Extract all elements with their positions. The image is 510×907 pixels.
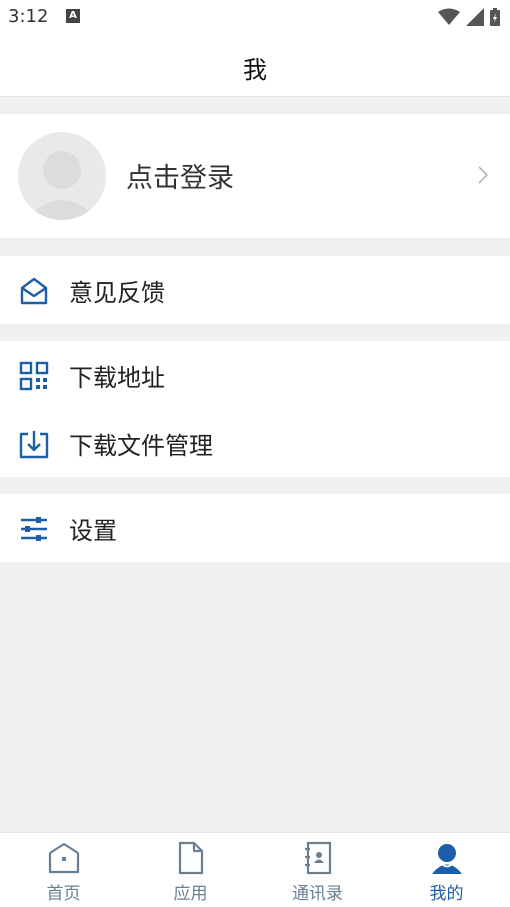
login-label: 点击登录 <box>126 163 234 194</box>
tab-label: 我的 <box>429 884 464 904</box>
menu-item-download-manager[interactable]: 下载文件管理 <box>0 409 510 477</box>
tab-me[interactable]: 我的 <box>383 833 510 907</box>
wifi-icon <box>438 8 460 25</box>
app-bar: 我 <box>0 34 510 97</box>
chevron-right-icon <box>478 166 488 184</box>
download-icon <box>19 431 49 459</box>
menu-item-label: 下载地址 <box>69 363 165 392</box>
tab-home[interactable]: 首页 <box>0 833 127 907</box>
menu-item-settings[interactable]: 设置 <box>0 494 510 562</box>
notification-a-icon: A <box>66 9 80 23</box>
avatar <box>18 132 106 220</box>
contacts-icon <box>305 841 332 875</box>
default-avatar-icon <box>26 151 98 220</box>
menu-group-feedback: 意见反馈 <box>0 256 510 324</box>
menu-item-label: 下载文件管理 <box>69 431 213 460</box>
status-icons <box>438 8 500 26</box>
menu-group-settings: 设置 <box>0 494 510 562</box>
bottom-nav: 首页 应用 通讯录 我的 <box>0 832 510 907</box>
envelope-icon <box>20 277 48 305</box>
tab-label: 首页 <box>46 884 81 904</box>
menu-item-download-address[interactable]: 下载地址 <box>0 341 510 409</box>
menu-item-label: 设置 <box>69 516 117 545</box>
tab-apps[interactable]: 应用 <box>127 833 254 907</box>
status-time: 3:12 <box>8 6 49 27</box>
menu-item-feedback[interactable]: 意见反馈 <box>0 256 510 324</box>
status-bar: 3:12 A <box>0 0 510 34</box>
qr-code-icon <box>19 361 49 391</box>
sliders-icon <box>21 517 47 541</box>
signal-icon <box>466 8 484 26</box>
tab-label: 应用 <box>173 884 208 904</box>
menu-group-downloads: 下载地址 下载文件管理 <box>0 341 510 477</box>
profile-login-row[interactable]: 点击登录 <box>0 114 510 238</box>
tab-label: 通讯录 <box>292 884 343 904</box>
menu-item-label: 意见反馈 <box>69 278 165 307</box>
user-icon <box>432 844 462 874</box>
battery-icon <box>490 8 500 26</box>
page-title: 我 <box>243 56 267 84</box>
home-icon <box>48 842 80 874</box>
document-icon <box>178 841 204 875</box>
tab-contacts[interactable]: 通讯录 <box>254 833 381 907</box>
